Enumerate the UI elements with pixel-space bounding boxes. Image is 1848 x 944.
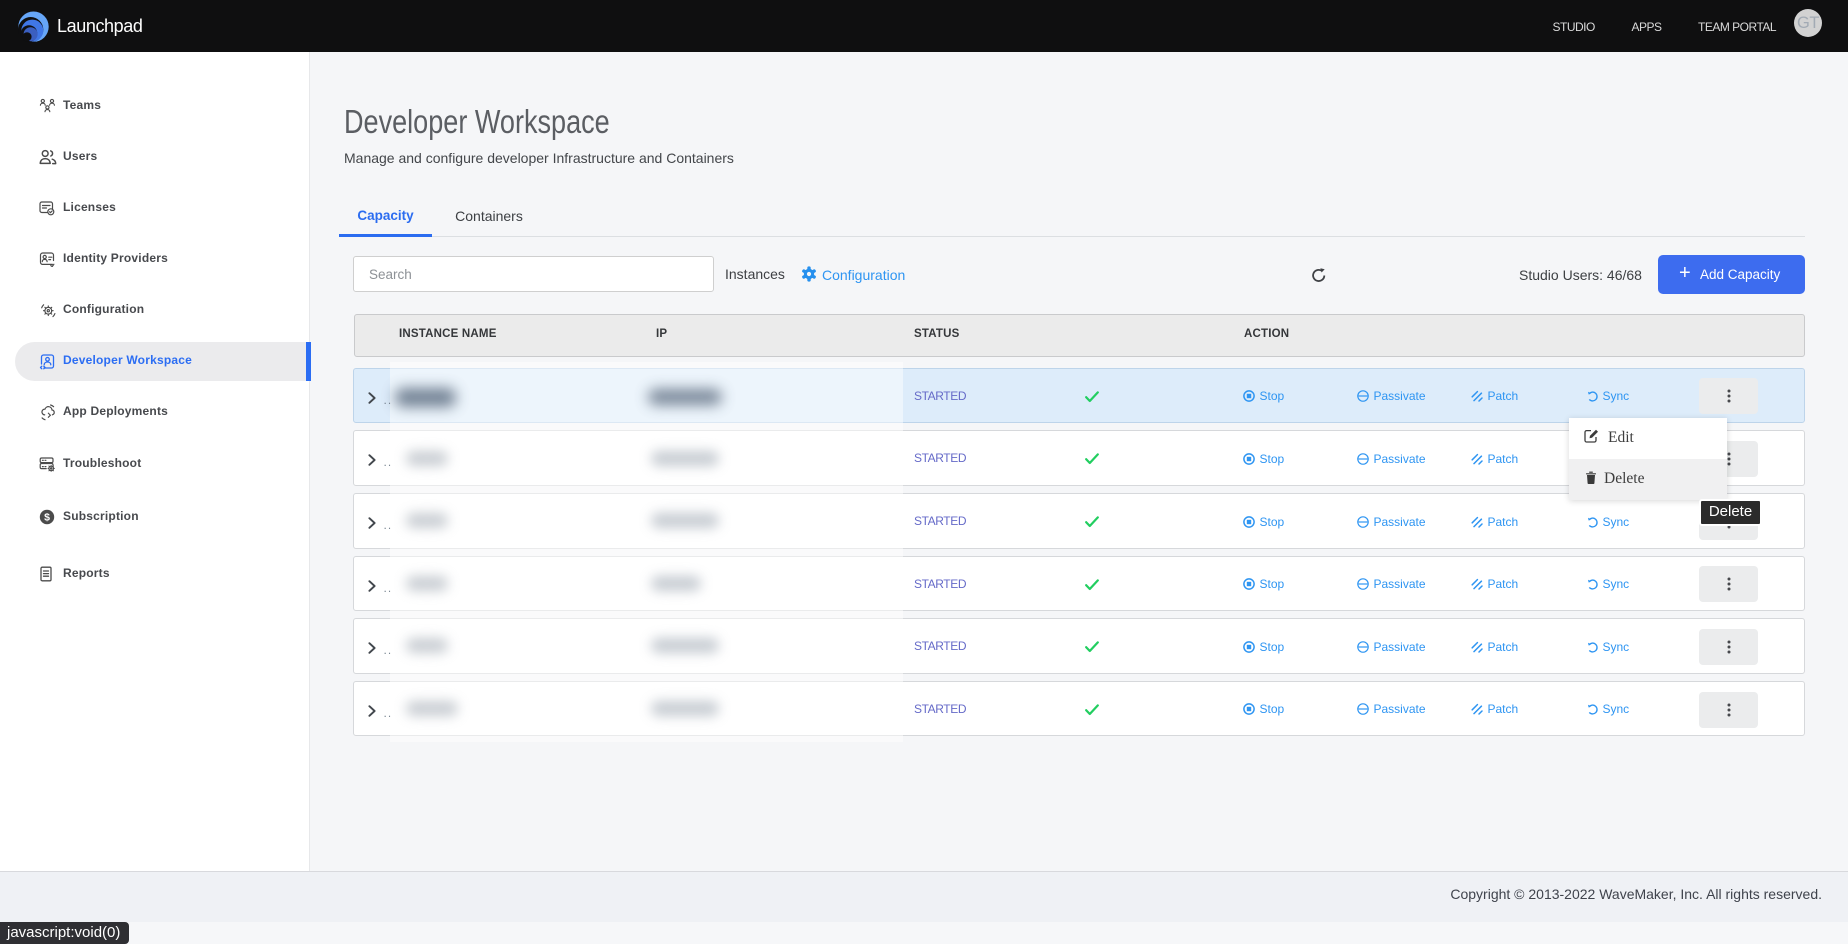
svg-text:$: $ bbox=[44, 512, 50, 524]
